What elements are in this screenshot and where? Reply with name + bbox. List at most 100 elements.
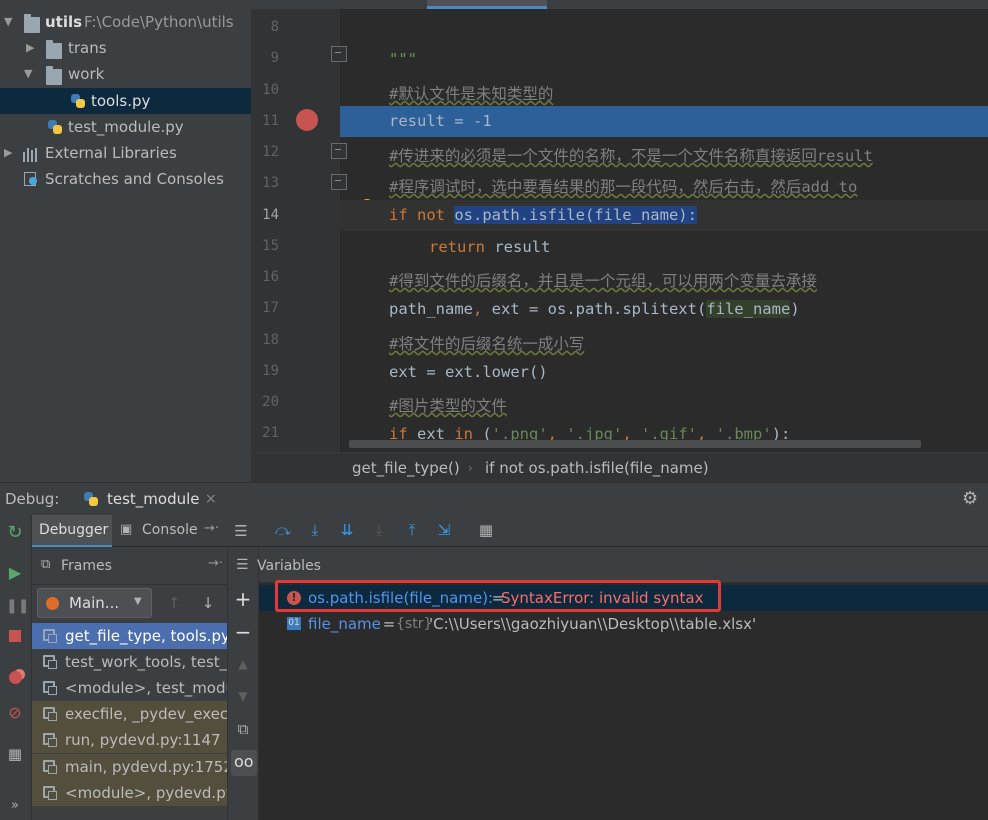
debug-session-tab[interactable]: test_module: [107, 490, 200, 508]
line-number: 16: [262, 269, 279, 285]
step-out-icon[interactable]: ⤒: [403, 521, 421, 539]
project-tree-panel: ▼ utils F:\Code\Python\utils ▶ trans ▼ w…: [0, 0, 251, 482]
line-number: 18: [262, 332, 279, 348]
stop-icon[interactable]: [6, 628, 24, 646]
code-comment: #图片类型的文件: [389, 397, 507, 415]
code-line[interactable]: #默认文件是未知类型的: [340, 76, 988, 107]
step-into-my-code-icon[interactable]: ⇊: [338, 521, 356, 539]
line-number: 21: [262, 425, 279, 441]
frames-panel: ⧉ Frames →· Main... ▼ ↑ ↓ get_file_type,…: [32, 547, 227, 820]
view-breakpoints-icon[interactable]: [6, 670, 24, 688]
evaluate-expression-icon[interactable]: ▦: [477, 521, 495, 539]
code-line[interactable]: #图片类型的文件: [340, 388, 988, 419]
console-icon: ▣: [120, 522, 133, 537]
move-down-icon[interactable]: ▼: [234, 687, 252, 705]
rerun-icon[interactable]: ↻: [6, 524, 24, 542]
frame-item[interactable]: get_file_type, tools.py:14: [32, 623, 227, 649]
run-to-cursor-icon[interactable]: ⇲: [435, 521, 453, 539]
tree-item-label: trans: [68, 39, 107, 57]
code-keyword: if not: [389, 206, 455, 224]
active-editor-tab[interactable]: [427, 0, 547, 9]
line-number: 9: [270, 50, 279, 66]
line-number: 13: [262, 175, 279, 191]
execution-line[interactable]: result = -1: [340, 106, 988, 137]
code-line[interactable]: #将文件的后缀名统一成小写: [340, 326, 988, 357]
next-frame-icon[interactable]: ↓: [199, 594, 217, 612]
code-text: ext = ext.lower(): [389, 363, 548, 381]
thread-select-value: Main...: [69, 594, 120, 612]
tree-item-trans[interactable]: ▶ trans: [0, 35, 251, 61]
debug-actions-strip: ↻ ▶ ❚❚ ⊘ ▦ »: [0, 515, 32, 820]
code-line[interactable]: #程序调试时，选中要看结果的那一段代码，然后右击，然后add to: [340, 169, 988, 200]
breakpoint-icon[interactable]: [296, 109, 318, 131]
tab-console[interactable]: ▣ Console →·: [116, 515, 226, 547]
frame-icon: [43, 681, 57, 695]
tree-item-external-libraries[interactable]: ▶ External Libraries: [0, 140, 251, 166]
pin-icon[interactable]: →·: [208, 556, 223, 571]
show-execution-point-icon[interactable]: ☰: [232, 522, 250, 540]
code-line[interactable]: ext = ext.lower(): [340, 357, 988, 388]
mute-breakpoints-icon[interactable]: ⊘: [6, 704, 24, 722]
move-up-icon[interactable]: ▲: [234, 655, 252, 673]
tree-root-utils[interactable]: ▼ utils F:\Code\Python\utils: [0, 9, 251, 35]
caret-line[interactable]: if not os.path.isfile(file_name):: [340, 200, 988, 231]
breadcrumb-function[interactable]: get_file_type(): [352, 459, 460, 477]
code-editor[interactable]: 8 9 10 11 12 13 14 15 16 17 18 19 20 21 …: [251, 0, 988, 452]
chevron-down-icon[interactable]: ▼: [4, 9, 12, 35]
chevron-down-icon[interactable]: ▼: [24, 61, 32, 87]
add-watch-icon[interactable]: +: [234, 589, 252, 609]
code-comment: #传进来的必须是一个文件的名称，不是一个文件名称直接返回result: [389, 147, 873, 165]
copy-icon[interactable]: ⧉: [234, 720, 252, 738]
frame-item[interactable]: test_work_tools, test_module.py:12: [32, 649, 227, 675]
line-number: 11: [262, 113, 279, 129]
code-line[interactable]: [340, 13, 988, 44]
frame-item-library[interactable]: run, pydevd.py:1147: [32, 727, 227, 753]
folder-icon: [46, 40, 62, 59]
previous-frame-icon[interactable]: ↑: [165, 594, 183, 612]
code-line[interactable]: return result: [340, 232, 988, 263]
frames-title: Frames: [61, 558, 112, 574]
more-icon[interactable]: »: [6, 797, 24, 815]
line-number-current: 14: [262, 207, 279, 223]
frame-label: main, pydevd.py:1752: [65, 758, 227, 776]
step-into-icon[interactable]: ⤓: [306, 521, 324, 539]
tab-debugger[interactable]: Debugger: [32, 515, 112, 547]
show-watches-toggle[interactable]: oo: [231, 750, 257, 776]
frame-icon: [43, 733, 57, 747]
variable-row[interactable]: 01 file_name = {str} 'C:\\Users\\gaozhiy…: [259, 611, 988, 637]
pin-icon[interactable]: →·: [204, 521, 219, 536]
remove-watch-icon[interactable]: −: [234, 622, 252, 642]
horizontal-scrollbar[interactable]: [349, 440, 921, 448]
tree-item-work[interactable]: ▼ work: [0, 61, 251, 87]
code-line[interactable]: """: [340, 44, 988, 75]
frame-item-library[interactable]: execfile, _pydev_execfile.py:18: [32, 701, 227, 727]
layout-icon[interactable]: ▦: [6, 745, 24, 763]
frame-item-library[interactable]: <module>, pydevd.py:1758: [32, 780, 227, 806]
resume-icon[interactable]: ▶: [6, 564, 24, 582]
close-tab-icon[interactable]: ×: [205, 491, 217, 507]
code-line[interactable]: path_name, ext = os.path.splitext(file_n…: [340, 294, 988, 325]
breadcrumb-statement[interactable]: if not os.path.isfile(file_name): [485, 459, 709, 477]
thread-status-icon: [46, 597, 59, 610]
scratches-icon: [23, 171, 39, 187]
gear-icon[interactable]: ⚙: [962, 488, 978, 509]
tree-item-label: work: [68, 65, 105, 83]
chevron-right-icon[interactable]: ▶: [4, 140, 12, 166]
tree-item-test-module-py[interactable]: test_module.py: [0, 114, 251, 140]
editor-tab-bar[interactable]: [251, 0, 988, 9]
tree-item-tools-py[interactable]: tools.py: [0, 88, 251, 114]
code-line[interactable]: #得到文件的后缀名，并且是一个元组，可以用两个变量去承接: [340, 263, 988, 294]
chevron-right-icon[interactable]: ▶: [26, 35, 34, 61]
code-line[interactable]: #传进来的必须是一个文件的名称，不是一个文件名称直接返回result: [340, 138, 988, 169]
line-number: 10: [262, 82, 279, 98]
python-file-icon: [71, 94, 87, 110]
tree-item-scratches[interactable]: Scratches and Consoles: [0, 166, 251, 192]
frame-item[interactable]: <module>, test_module.py:25: [32, 675, 227, 701]
thread-select[interactable]: Main... ▼: [37, 588, 152, 618]
pause-icon[interactable]: ❚❚: [6, 597, 29, 615]
frame-item-library[interactable]: main, pydevd.py:1752: [32, 754, 227, 780]
force-step-into-icon[interactable]: ⤓: [370, 521, 388, 539]
editor-gutter[interactable]: [251, 9, 340, 452]
tab-console-label: Console: [142, 522, 198, 538]
step-over-icon[interactable]: ⤼: [274, 521, 292, 539]
